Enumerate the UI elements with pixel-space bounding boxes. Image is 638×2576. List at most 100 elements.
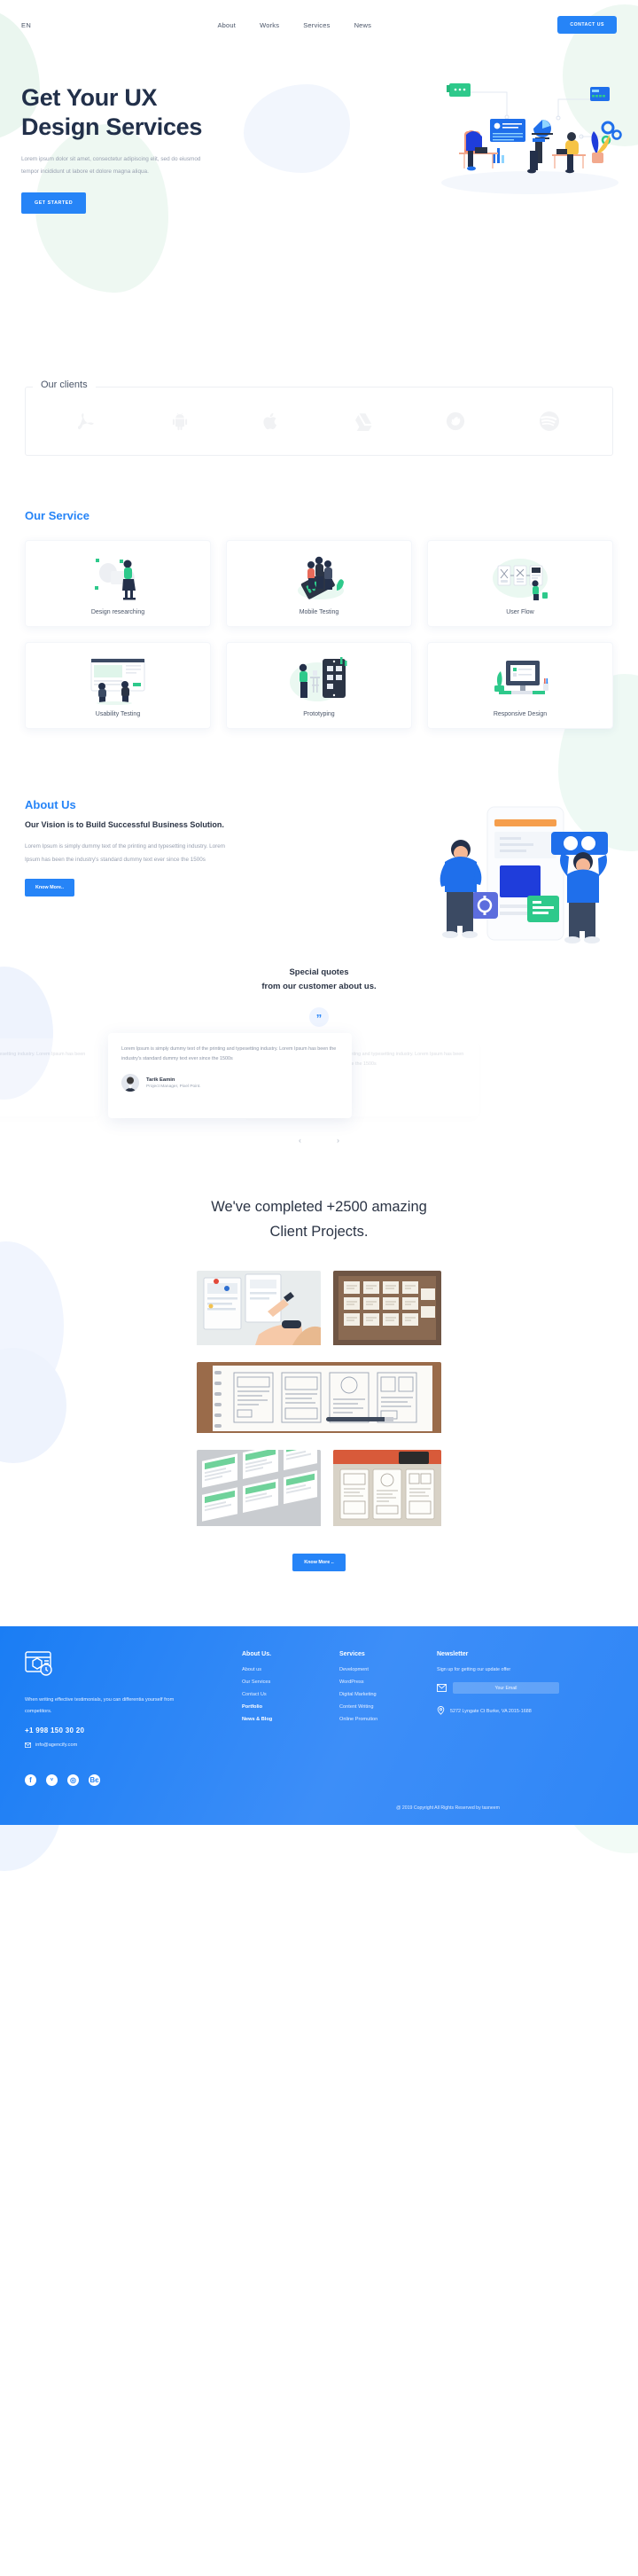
responsive-design-illustration	[486, 654, 554, 706]
projects-gallery	[0, 1270, 638, 1531]
projects-heading-line2: Client Projects.	[269, 1223, 369, 1240]
service-card-mobile-testing[interactable]: Mobile Testing	[226, 540, 412, 627]
service-label: User Flow	[506, 608, 534, 615]
services-section: Our Service Design researching Mobile Te…	[0, 456, 638, 729]
android-logo	[171, 411, 189, 436]
gallery-row	[197, 1270, 441, 1350]
main-navigation: About Works Services News	[217, 21, 371, 29]
service-card-prototyping[interactable]: Prototyping	[226, 642, 412, 729]
testimonial-card-prev[interactable]: Lorem Ipsum is simply dummy text of the …	[0, 1037, 100, 1116]
service-card-usability-testing[interactable]: Usability Testing	[25, 642, 211, 729]
footer-about-title: About Us.	[242, 1650, 272, 1657]
site-header: EN About Works Services News CONTACT US	[0, 0, 638, 50]
footer-link-content-writing[interactable]: Content Writing	[339, 1704, 437, 1710]
newsletter-email-input[interactable]	[453, 1682, 559, 1695]
slider-prev-button[interactable]: ‹	[299, 1136, 301, 1145]
location-icon	[437, 1705, 445, 1717]
about-know-more-button[interactable]: Know More..	[25, 878, 75, 897]
contact-us-button[interactable]: CONTACT US	[557, 16, 617, 34]
clients-box: Our clients	[25, 380, 613, 456]
testimonial-card-active[interactable]: Lorem Ipsum is simply dummy text of the …	[108, 1032, 352, 1118]
footer-phone[interactable]: +1 998 150 30 20	[25, 1726, 242, 1734]
footer-link-development[interactable]: Development	[339, 1667, 437, 1672]
services-title: Our Service	[25, 509, 89, 522]
hero-illustration	[425, 76, 629, 200]
testimonials-heading-line2: from our customer about us.	[261, 982, 377, 992]
mobile-testing-illustration	[287, 552, 351, 604]
hero-title-line1: Get Your UX	[21, 84, 158, 111]
sticky-notes-board-photo[interactable]	[333, 1270, 441, 1350]
slider-navigation: ‹ ›	[0, 1136, 638, 1145]
footer-about-column: About Us. About us Our Services Contact …	[242, 1651, 339, 1786]
footer-link-news-blog[interactable]: News & Blog	[242, 1717, 339, 1722]
site-footer: When writing effective testimonials, you…	[0, 1625, 638, 1825]
services-grid: Design researching Mobile Testing User F…	[25, 540, 613, 729]
gallery-row	[197, 1361, 441, 1437]
footer-address-text: 5272 Lyngate Ct Burke, VA 2015-1688	[450, 1708, 532, 1714]
testimonial-role: Project Manager, Pixel Point.	[146, 1084, 201, 1089]
footer-newsletter-column: Newsletter Sign up for getting our updat…	[437, 1651, 592, 1786]
landing-page: EN About Works Services News CONTACT US …	[0, 0, 638, 1871]
service-label: Usability Testing	[95, 710, 141, 717]
footer-copyright: @ 2019 Copyright All Rights Reserved by …	[396, 1805, 500, 1811]
facebook-icon[interactable]: f	[25, 1773, 36, 1786]
service-label: Mobile Testing	[299, 608, 339, 615]
footer-socials: f ᵛ ◎ Bє	[25, 1773, 242, 1786]
apple-logo	[262, 411, 280, 436]
about-paragraph: Lorem Ipsum is simply dummy text of the …	[25, 842, 225, 863]
footer-brand-column: When writing effective testimonials, you…	[25, 1651, 242, 1786]
footer-link-digital-marketing[interactable]: Digital Marketing	[339, 1692, 437, 1697]
nav-item-about[interactable]: About	[217, 21, 236, 29]
projects-heading-line1: We've completed +2500 amazing	[211, 1198, 427, 1215]
footer-link-contact-us[interactable]: Contact Us	[242, 1692, 339, 1697]
gallery-row	[197, 1449, 441, 1531]
about-illustration	[418, 800, 631, 951]
service-card-responsive-design[interactable]: Responsive Design	[427, 642, 613, 729]
footer-newsletter-subtitle: Sign up for getting our update offer	[437, 1666, 511, 1672]
spotify-logo	[539, 411, 560, 436]
avatar	[121, 1074, 139, 1092]
notebook-wireframes-photo[interactable]	[197, 1361, 441, 1437]
testimonial-name: Tarik Eamin	[146, 1077, 175, 1083]
footer-description: When writing effective testimonials, you…	[25, 1696, 175, 1714]
testimonial-text: Lorem Ipsum is simply dummy text of the …	[121, 1045, 337, 1062]
testimonial-person: Fedrik Project Manager, Pixel Point.	[0, 1079, 87, 1097]
adobe-acrobat-logo	[78, 411, 97, 436]
footer-services-title: Services	[339, 1650, 365, 1657]
footer-link-about-us[interactable]: About us	[242, 1667, 339, 1672]
clients-title: Our clients	[33, 380, 96, 390]
nav-item-services[interactable]: Services	[303, 21, 330, 29]
footer-email[interactable]: info@agencify.com	[25, 1742, 242, 1748]
envelope-icon	[437, 1680, 447, 1696]
about-heading: Our Vision is to Build Successful Busine…	[25, 820, 224, 829]
footer-link-portfolio[interactable]: Portfolio	[242, 1704, 339, 1710]
prototyping-illustration	[285, 654, 353, 706]
dribbble-icon[interactable]: ◎	[67, 1773, 79, 1786]
service-card-design-researching[interactable]: Design researching	[25, 540, 211, 627]
service-label: Design researching	[90, 608, 145, 615]
nav-item-works[interactable]: Works	[260, 21, 279, 29]
slider-next-button[interactable]: ›	[337, 1136, 339, 1145]
wireframe-sketching-photo[interactable]	[197, 1270, 321, 1350]
footer-services-column: Services Development WordPress Digital M…	[339, 1651, 437, 1786]
footer-email-text: info@agencify.com	[35, 1742, 78, 1748]
language-selector[interactable]: EN	[21, 21, 31, 29]
behance-icon[interactable]: Bє	[89, 1773, 100, 1786]
footer-link-wordpress[interactable]: WordPress	[339, 1679, 437, 1685]
service-label: Prototyping	[303, 710, 335, 717]
projects-know-more-button[interactable]: Know More ..	[292, 1553, 346, 1571]
screen-mockups-photo[interactable]	[197, 1449, 321, 1531]
get-started-button[interactable]: GET STARTED	[21, 192, 87, 215]
testimonials-heading-line1: Special quotes	[289, 967, 349, 977]
twitter-icon[interactable]: ᵛ	[46, 1773, 58, 1786]
footer-address: 5272 Lyngate Ct Burke, VA 2015-1688	[437, 1705, 592, 1717]
newsletter-form	[437, 1680, 592, 1696]
footer-link-online-promution[interactable]: Online Promution	[339, 1717, 437, 1722]
nav-item-news[interactable]: News	[354, 21, 372, 29]
paper-prototypes-photo[interactable]	[333, 1449, 441, 1531]
design-researching-illustration	[86, 552, 150, 604]
footer-link-our-services[interactable]: Our Services	[242, 1679, 339, 1685]
hero-section: Get Your UX Design Services Lorem ipsum …	[0, 50, 638, 342]
service-card-user-flow[interactable]: User Flow	[427, 540, 613, 627]
testimonial-text: Lorem Ipsum is simply dummy text of the …	[0, 1051, 86, 1057]
